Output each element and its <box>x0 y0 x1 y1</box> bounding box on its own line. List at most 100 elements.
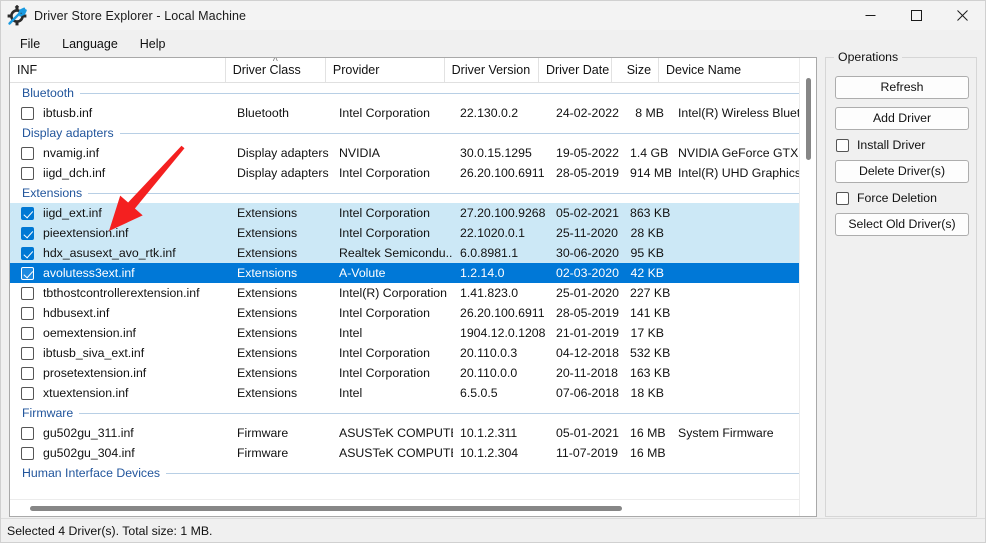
cell-date: 11-07-2019 <box>556 446 618 460</box>
row-checkbox[interactable] <box>21 346 34 360</box>
cell-inf: ibtusb_siva_ext.inf <box>10 346 230 360</box>
row-checkbox[interactable] <box>21 426 34 440</box>
column-header-label: Device Name <box>666 63 742 77</box>
table-row[interactable]: xtuextension.inf Extensions Intel 6.5.0.5 07… <box>10 383 816 403</box>
table-row[interactable]: tbthostcontrollerextension.inf Extensions… <box>10 283 816 303</box>
menu-item-file[interactable]: File <box>9 33 51 55</box>
table-row[interactable]: nvamig.inf Display adapters NVIDIA 30.0.15.… <box>10 143 816 163</box>
cell-size: 163 KB <box>630 366 671 380</box>
group-header[interactable]: Human Interface Devices <box>10 463 816 483</box>
row-checkbox[interactable] <box>21 446 34 460</box>
table-row[interactable]: pieextension.inf Extensions Intel Corporat… <box>10 223 816 243</box>
group-header[interactable]: Extensions <box>10 183 816 203</box>
cell-text: xtuextension.inf <box>43 386 129 400</box>
row-checkbox[interactable] <box>21 286 34 300</box>
cell-size: 16 MB <box>630 426 666 440</box>
row-checkbox-checked[interactable] <box>21 266 34 280</box>
table-row[interactable]: iigd_dch.inf Display adapters Intel Corpor… <box>10 163 816 183</box>
cell-date: 05-01-2021 <box>556 426 619 440</box>
cell-class: Extensions <box>237 246 298 260</box>
cell-class: Extensions <box>237 326 298 340</box>
horizontal-scrollbar-thumb[interactable] <box>30 506 622 511</box>
column-header-class[interactable]: ˄ Driver Class <box>226 58 326 82</box>
row-checkbox[interactable] <box>21 326 34 340</box>
checkbox-box[interactable] <box>836 138 849 152</box>
table-row[interactable]: oemextension.inf Extensions Intel 1904.12.0… <box>10 323 816 343</box>
status-text: Selected 4 Driver(s). Total size: 1 MB. <box>7 523 213 538</box>
cell-date: 21-01-2019 <box>556 326 619 340</box>
column-header-provider[interactable]: Provider <box>326 58 445 82</box>
cell-version: 1904.12.0.1208 <box>460 326 546 340</box>
row-checkbox-checked[interactable] <box>21 246 34 260</box>
cell-inf: hdx_asusext_avo_rtk.inf <box>10 246 230 260</box>
install-driver-checkbox[interactable]: Install Driver <box>836 138 967 152</box>
column-header-inf[interactable]: INF <box>10 58 226 82</box>
refresh-button[interactable]: Refresh <box>835 76 969 99</box>
list-horizontal-scrollbar[interactable] <box>10 499 799 516</box>
close-button[interactable] <box>939 1 985 30</box>
row-checkbox-checked[interactable] <box>21 206 34 220</box>
column-header-version[interactable]: Driver Version <box>445 58 539 82</box>
cell-text: iigd_dch.inf <box>43 166 106 180</box>
column-header-date[interactable]: Driver Date <box>539 58 612 82</box>
cell-date: 04-12-2018 <box>556 346 619 360</box>
driver-list-view[interactable]: INF ˄ Driver Class Provider Driver Version Dr… <box>9 57 817 517</box>
row-checkbox-checked[interactable] <box>21 226 34 240</box>
row-checkbox[interactable] <box>21 306 34 320</box>
checkbox-box[interactable] <box>836 191 849 205</box>
table-row[interactable]: gu502gu_304.inf Firmware ASUSTeK COMPUTE..… <box>10 443 816 463</box>
vertical-scrollbar-thumb[interactable] <box>806 78 811 160</box>
column-header-size[interactable]: Size <box>612 58 660 82</box>
table-row[interactable]: prosetextension.inf Extensions Intel Corpo… <box>10 363 816 383</box>
driver-store-explorer-window: Driver Store Explorer - Local Machine Fi… <box>0 0 986 543</box>
force-deletion-checkbox[interactable]: Force Deletion <box>836 191 967 205</box>
menu-item-help[interactable]: Help <box>129 33 177 55</box>
row-checkbox[interactable] <box>21 166 34 180</box>
cell-date: 28-05-2019 <box>556 306 619 320</box>
group-header[interactable]: Bluetooth <box>10 83 816 103</box>
cell-provider: Intel Corporation <box>339 306 430 320</box>
group-header[interactable]: Display adapters <box>10 123 816 143</box>
cell-provider: Intel Corporation <box>339 206 430 220</box>
row-checkbox[interactable] <box>21 366 34 380</box>
cell-provider: ASUSTeK COMPUTE... <box>339 446 453 460</box>
cell-text: ibtusb_siva_ext.inf <box>43 346 145 360</box>
row-checkbox[interactable] <box>21 106 34 120</box>
group-header-label: Bluetooth <box>22 86 80 100</box>
cell-provider: Intel Corporation <box>339 166 430 180</box>
column-header-device[interactable]: Device Name <box>659 58 816 82</box>
column-header-label: Driver Date <box>545 63 610 77</box>
table-row[interactable]: hdbusext.inf Extensions Intel Corporation 2… <box>10 303 816 323</box>
table-row[interactable]: ibtusb_siva_ext.inf Extensions Intel Corpo… <box>10 343 816 363</box>
select-old-drivers-button[interactable]: Select Old Driver(s) <box>835 213 969 236</box>
cell-size: 1.4 GB <box>630 146 669 160</box>
cell-provider: A-Volute <box>339 266 386 280</box>
add-driver-button[interactable]: Add Driver <box>835 107 969 130</box>
menu-item-language[interactable]: Language <box>51 33 129 55</box>
cell-provider: Intel Corporation <box>339 106 430 120</box>
cell-class: Extensions <box>237 286 298 300</box>
column-header-label: INF <box>17 63 38 77</box>
cell-inf: gu502gu_311.inf <box>10 426 230 440</box>
table-row[interactable]: avolutess3ext.inf Extensions A-Volute 1.2.1… <box>10 263 816 283</box>
table-row[interactable]: hdx_asusext_avo_rtk.inf Extensions Realtek… <box>10 243 816 263</box>
cell-size: 532 KB <box>630 346 671 360</box>
cell-inf: prosetextension.inf <box>10 366 230 380</box>
row-checkbox[interactable] <box>21 146 34 160</box>
cell-date: 30-06-2020 <box>556 246 619 260</box>
cell-text: prosetextension.inf <box>43 366 147 380</box>
maximize-button[interactable] <box>893 1 939 30</box>
list-vertical-scrollbar[interactable] <box>799 58 816 516</box>
table-row[interactable]: gu502gu_311.inf Firmware ASUSTeK COMPUTE..… <box>10 423 816 443</box>
table-row[interactable]: ibtusb.inf Bluetooth Intel Corporation 22.1… <box>10 103 816 123</box>
cell-date: 20-11-2018 <box>556 366 618 380</box>
minimize-button[interactable] <box>847 1 893 30</box>
delete-drivers-button[interactable]: Delete Driver(s) <box>835 160 969 183</box>
cell-size: 8 MB <box>635 106 664 120</box>
table-row[interactable]: iigd_ext.inf Extensions Intel Corporation 2… <box>10 203 816 223</box>
list-column-headers: INF ˄ Driver Class Provider Driver Version Dr… <box>10 58 816 83</box>
group-header[interactable]: Firmware <box>10 403 816 423</box>
cell-device: Intel(R) Wireless Bluetooth(R) <box>678 106 816 120</box>
row-checkbox[interactable] <box>21 386 34 400</box>
cell-size: 227 KB <box>630 286 671 300</box>
